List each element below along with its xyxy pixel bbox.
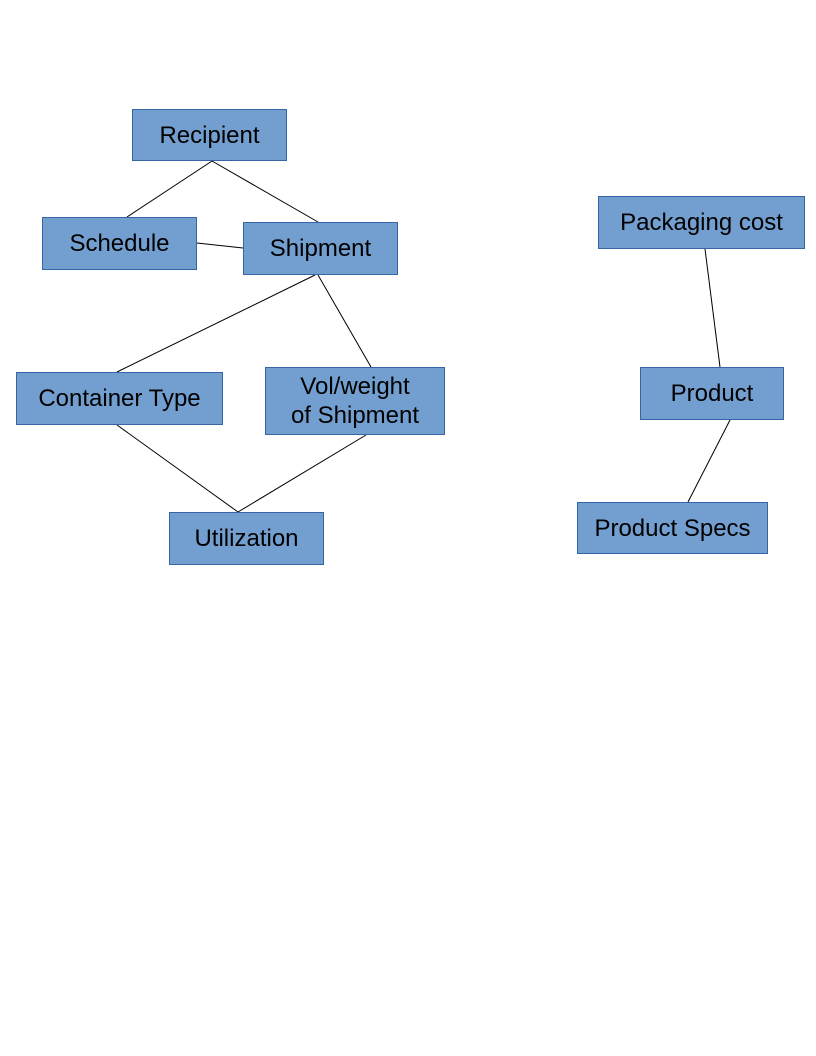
edge-schedule-shipment — [196, 242, 244, 249]
node-recipient: Recipient — [132, 109, 287, 161]
node-label: Utilization — [194, 525, 299, 552]
node-label-line-2: of Shipment — [290, 402, 420, 429]
edge-product-product-specs — [687, 419, 731, 503]
node-container-type: Container Type — [16, 372, 223, 425]
node-label: Schedule — [69, 230, 170, 257]
node-packaging-cost: Packaging cost — [598, 196, 805, 249]
node-label: Product Specs — [594, 514, 751, 542]
node-label: Packaging cost — [620, 209, 783, 236]
edge-container-type-utilization — [116, 424, 239, 513]
diagram-canvas: Recipient Schedule Shipment Container Ty… — [0, 0, 816, 1056]
node-product-specs: Product Specs — [577, 502, 768, 554]
node-label: Container Type — [38, 385, 201, 412]
node-label: Recipient — [159, 121, 260, 149]
edge-recipient-shipment — [211, 160, 319, 223]
edge-vol-weight-utilization — [237, 434, 367, 513]
node-shipment: Shipment — [243, 222, 398, 275]
node-label: Product — [670, 380, 754, 407]
edge-shipment-vol-weight — [317, 274, 372, 368]
node-utilization: Utilization — [169, 512, 324, 565]
node-label: Vol/weight of Shipment — [291, 372, 419, 430]
edge-recipient-schedule — [126, 160, 213, 218]
node-vol-weight: Vol/weight of Shipment — [265, 367, 445, 435]
node-schedule: Schedule — [42, 217, 197, 270]
node-product: Product — [640, 367, 784, 420]
node-label-line-1: Vol/weight — [300, 373, 410, 400]
node-label: Shipment — [269, 235, 372, 262]
edge-shipment-container-type — [116, 274, 316, 373]
edge-packaging-cost-product — [704, 248, 721, 368]
